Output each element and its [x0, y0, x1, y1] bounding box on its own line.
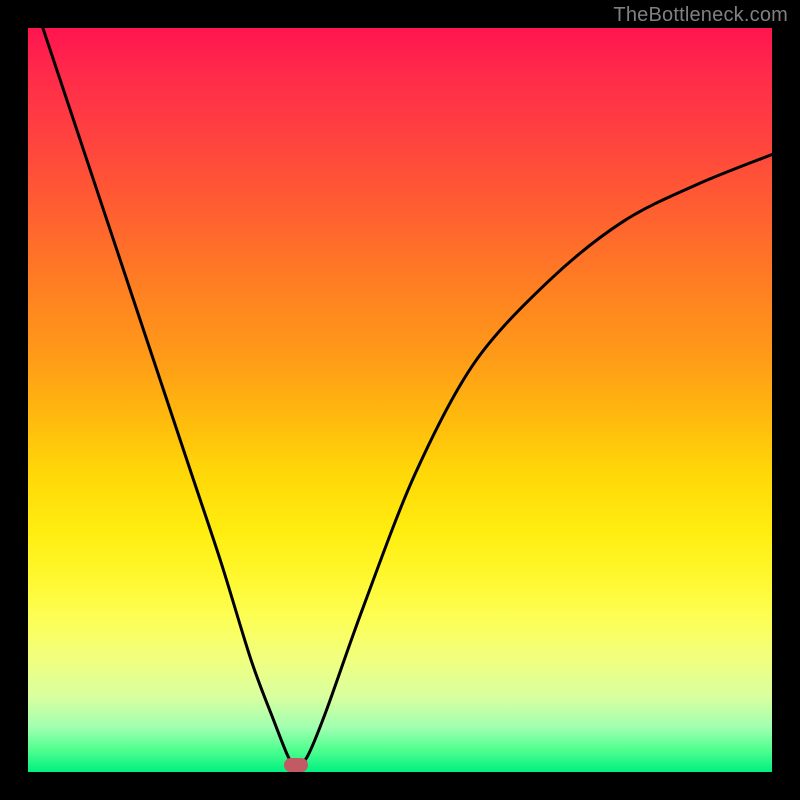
- chart-plot-area: [28, 28, 772, 772]
- watermark-text: TheBottleneck.com: [613, 4, 788, 27]
- bottleneck-curve: [28, 28, 772, 772]
- optimal-point-marker: [284, 758, 308, 772]
